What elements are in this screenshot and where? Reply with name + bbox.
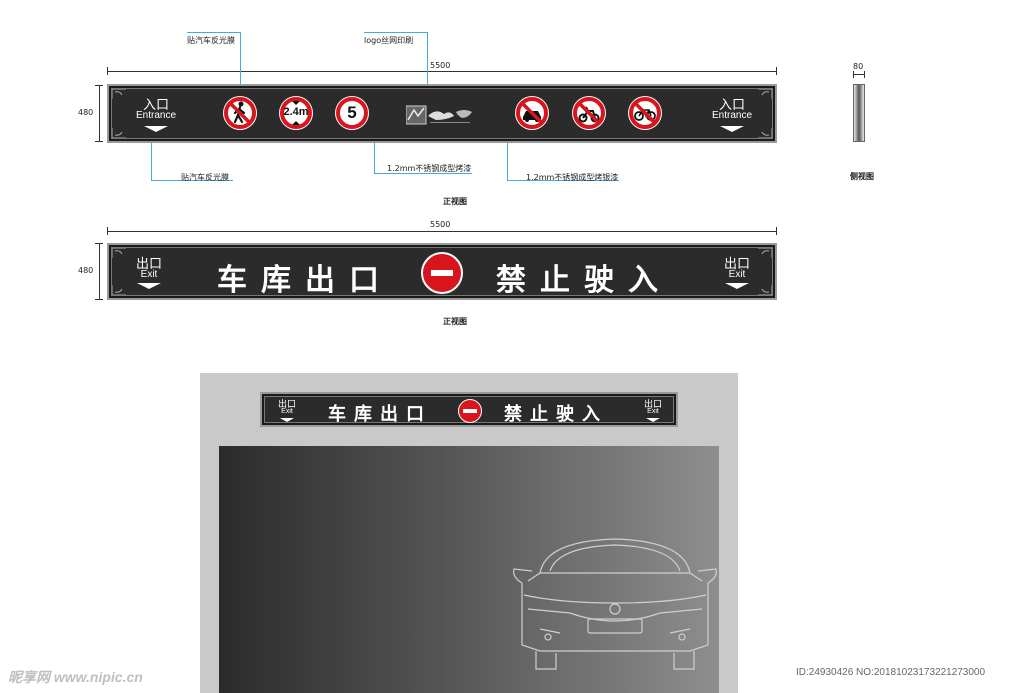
no-vehicle-icon [514,95,550,131]
callout-logo-print: logo丝网印刷 [364,36,414,45]
dimension-line-width-1 [107,71,777,72]
exit-text-left: 车库出口 [217,263,393,298]
entrance-left-arrow-icon [144,126,168,132]
dimension-tick-bottom-2 [95,299,103,300]
dimension-tick-right-2 [776,227,777,235]
mockup-left-en: Exit [281,408,293,415]
dimension-tick-bottom-1 [95,141,103,142]
ornament-corner-br-2 [758,285,772,295]
callout-reflective-film-top: 贴汽车反光膜 [187,36,235,45]
dimension-line-height-2 [99,243,100,300]
callout-line-c [364,32,428,33]
dimension-height-label-1: 480 [78,108,94,117]
logo-image [405,104,476,126]
exit-text-right: 禁止驶入 [496,263,672,298]
callout-stainless-paint: 1.2mm不锈钢成型烤漆 [387,164,472,173]
dimension-width-label-2: 5500 [430,220,451,229]
car-outline-image [510,533,720,673]
mockup-exit-sign: 出口 Exit 车库出口 禁止驶入 出口 Exit [260,392,678,427]
dimension-tick-right-1 [776,67,777,75]
entrance-left-en: Entrance [135,110,177,121]
dimension-height-label-2: 480 [78,266,94,275]
mockup-right-en: Exit [647,408,659,415]
dimension-line-height-1 [99,85,100,142]
mockup-no-entry-icon [458,399,482,423]
no-bicycle-icon [627,95,663,131]
callout-line-i [507,140,508,181]
side-dim-tick-r [864,71,865,78]
side-view-bar [853,84,865,142]
side-dim-tick-l [853,71,854,78]
exit-left-arrow-icon [137,283,161,289]
exit-sign: 出口 Exit 车库出口 禁止驶入 出口 Exit [107,243,777,300]
entrance-right-en: Entrance [711,110,753,121]
ornament-corner-bl [112,128,126,138]
exit-right-arrow-icon [725,283,749,289]
caption-front-view-1: 正视图 [443,197,467,206]
mockup-left-arrow-icon [280,418,294,422]
height-limit-icon: 2.4m [278,95,314,131]
dimension-line-width-2 [107,231,777,232]
dimension-tick-top-2 [95,243,103,244]
dimension-width-label-1: 5500 [430,61,451,70]
mockup-text-left: 车库出口 [328,404,432,424]
dimension-tick-top-1 [95,85,103,86]
no-pedestrian-icon [222,95,258,131]
ornament-corner-tl [112,89,126,99]
mockup-text-right: 禁止驶入 [504,404,608,424]
side-depth-label: 80 [853,62,864,71]
dimension-tick-left-2 [107,227,108,235]
entrance-right-arrow-icon [720,126,744,132]
callout-line-a [187,32,241,33]
exit-right-en: Exit [728,269,746,280]
caption-front-view-2: 正视图 [443,317,467,326]
speed-limit-icon: 5 [334,95,370,131]
no-entry-icon [421,252,463,294]
callout-stainless-silver: 1.2mm不锈钢成型烤银漆 [526,173,619,182]
height-limit-text: 2.4m [283,106,309,118]
callout-reflective-film-bottom: 贴汽车反光膜 [181,173,229,182]
ornament-corner-br [758,128,772,138]
dimension-tick-left-1 [107,67,108,75]
entrance-sign: 入口 Entrance 入口 Entrance 2.4m 5 [107,84,777,143]
exit-left-en: Exit [140,269,158,280]
caption-side-view: 侧视图 [850,172,874,181]
watermark-right: ID:24930426 NO:20181023173221273000 [796,667,986,678]
speed-limit-text: 5 [347,103,357,122]
ornament-corner-bl-2 [112,285,126,295]
watermark-left: 昵享网 www.nipic.cn [8,669,143,685]
no-motorcycle-icon [571,95,607,131]
mockup-right-arrow-icon [646,418,660,422]
